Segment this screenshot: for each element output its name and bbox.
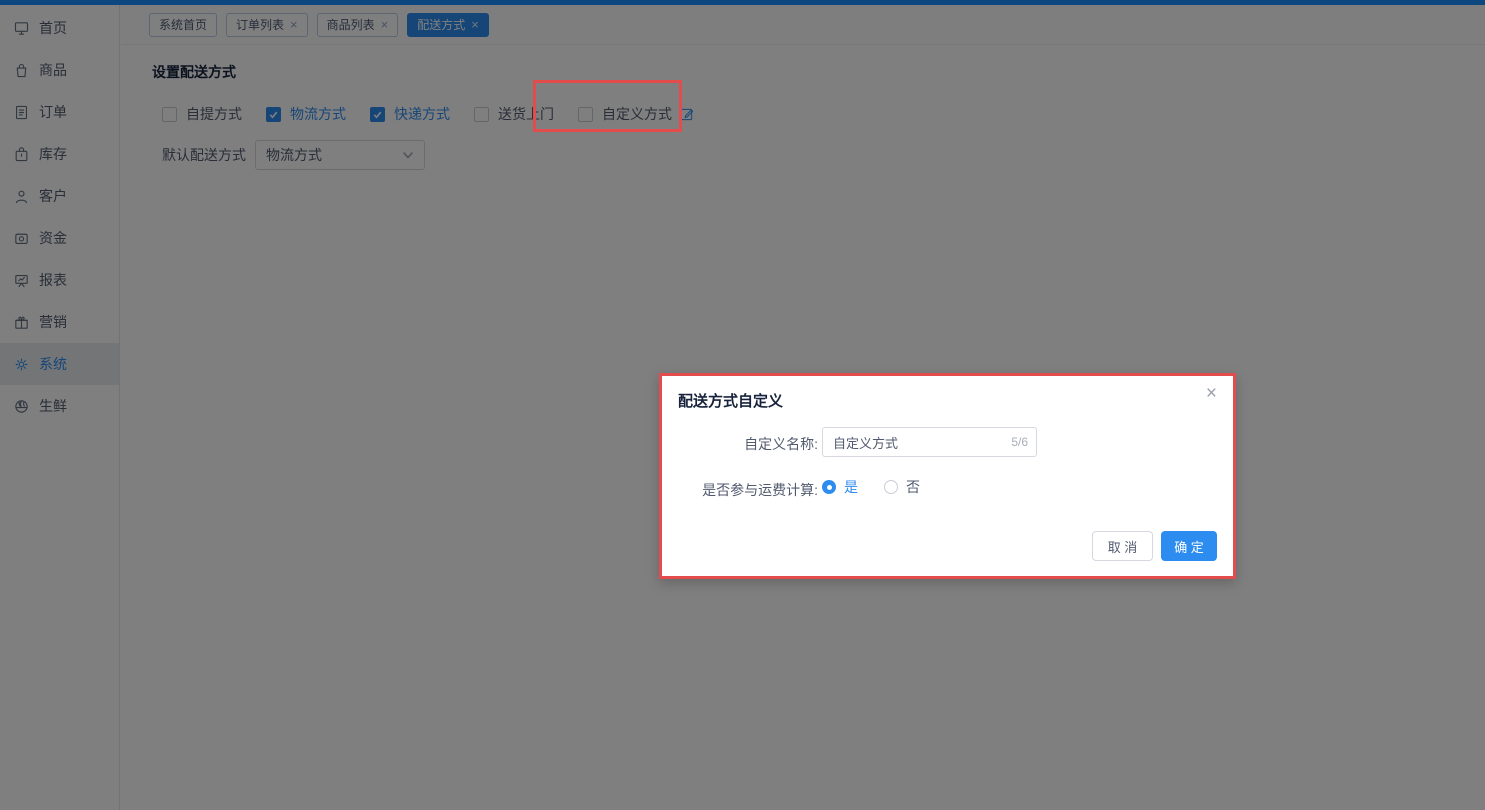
radio-no[interactable]: 否: [884, 477, 920, 497]
cancel-button[interactable]: 取 消: [1092, 531, 1153, 561]
custom-name-input[interactable]: [822, 427, 1037, 457]
custom-name-field: 5/6: [822, 427, 1037, 457]
confirm-button[interactable]: 确 定: [1161, 531, 1217, 561]
close-icon[interactable]: ×: [1206, 384, 1217, 403]
radio-label: 是: [844, 477, 858, 497]
dialog-title: 配送方式自定义: [678, 390, 783, 411]
radio-yes[interactable]: 是: [822, 477, 858, 497]
radio-label: 否: [906, 477, 920, 497]
freight-radio-group: 是 否: [822, 477, 946, 497]
custom-name-label: 自定义名称:: [662, 434, 818, 454]
freight-question-label: 是否参与运费计算:: [662, 480, 818, 500]
custom-delivery-dialog: 配送方式自定义 × 自定义名称: 5/6 是否参与运费计算: 是 否 取 消 确…: [659, 373, 1236, 579]
char-counter: 5/6: [1011, 435, 1028, 449]
radio-selected-icon[interactable]: [822, 480, 836, 494]
radio-unselected-icon[interactable]: [884, 480, 898, 494]
